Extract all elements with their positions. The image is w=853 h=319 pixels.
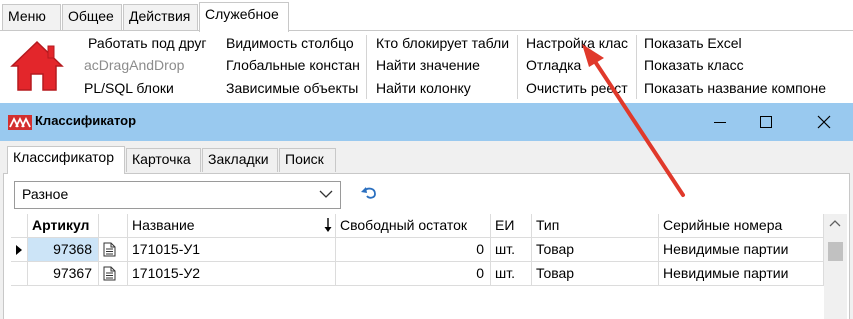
vertical-scrollbar[interactable]: [824, 214, 847, 319]
current-row-arrow-icon: [16, 245, 22, 255]
ribbon-item-find-value[interactable]: Найти значение: [376, 55, 515, 75]
ribbon-item-debug[interactable]: Отладка: [526, 55, 634, 75]
cell-serial-numbers[interactable]: Невидимые партии: [659, 238, 824, 262]
column-header-article[interactable]: Артикул: [28, 214, 99, 238]
window-title: Классификатор: [35, 113, 137, 128]
tab-search[interactable]: Поиск: [279, 148, 336, 172]
cell-free-stock[interactable]: 0: [336, 238, 491, 262]
app-logo-icon: [8, 115, 32, 130]
tab-bookmarks[interactable]: Закладки: [202, 148, 278, 172]
ribbon-item-show-excel[interactable]: Показать Excel: [644, 33, 846, 53]
ribbon-tab-actions[interactable]: Действия: [123, 4, 198, 31]
ribbon-item-show-class[interactable]: Показать класс: [644, 55, 846, 75]
home-icon[interactable]: [10, 40, 64, 92]
ribbon-tab-general[interactable]: Общее: [62, 4, 122, 31]
scrollbar-thumb[interactable]: [828, 242, 843, 261]
group-combobox-value: Разное: [22, 186, 69, 202]
ribbon-panel: Работать под друг acDragAndDrop PL/SQL б…: [0, 30, 853, 103]
row-indicator[interactable]: [11, 238, 28, 262]
table-row[interactable]: 97368 171015-У1 0 шт. Товар Невидимые па…: [11, 238, 824, 262]
document-icon: [103, 242, 116, 257]
minimize-icon: [714, 122, 726, 123]
tab-card[interactable]: Карточка: [126, 148, 201, 172]
column-header-name[interactable]: Название: [128, 214, 336, 238]
cell-doc[interactable]: [99, 262, 128, 286]
classifier-window: Классификатор Классификатор Карточка Зак…: [0, 103, 853, 319]
ribbon-item-show-component-name[interactable]: Показать название компоне: [644, 78, 846, 98]
grid-header-row: Артикул Название Свободный остаток ЕИ Ти…: [11, 214, 824, 238]
cell-type[interactable]: Товар: [532, 262, 659, 286]
ribbon-item-class-settings[interactable]: Настройка клас: [526, 33, 634, 53]
column-header-doc[interactable]: [99, 214, 128, 238]
title-bar[interactable]: Классификатор: [0, 103, 853, 141]
ribbon-item-who-locks-table[interactable]: Кто блокирует табли: [376, 33, 515, 53]
scroll-up-icon[interactable]: [829, 219, 841, 227]
cell-unit[interactable]: шт.: [491, 238, 532, 262]
classifier-panel: Разное Артикул Название Свободный остато…: [3, 173, 850, 319]
column-header-serial-numbers[interactable]: Серийные номера: [659, 214, 824, 238]
cell-serial-numbers[interactable]: Невидимые партии: [659, 262, 824, 286]
close-icon: [817, 115, 831, 129]
cell-article[interactable]: 97368: [28, 238, 99, 262]
document-icon: [103, 266, 116, 281]
sort-descending-icon: [324, 218, 332, 232]
row-indicator-header: [11, 214, 28, 238]
ribbon-item-plsql-blocks[interactable]: PL/SQL блоки: [84, 78, 219, 98]
ribbon-tab-service[interactable]: Служебное: [199, 2, 289, 32]
cell-name[interactable]: 171015-У1: [128, 238, 336, 262]
maximize-button[interactable]: [743, 103, 789, 141]
ribbon-item-run-as-user[interactable]: Работать под друг: [88, 33, 218, 53]
column-header-name-label: Название: [132, 217, 195, 233]
column-header-unit[interactable]: ЕИ: [491, 214, 532, 238]
ribbon-separator: [636, 35, 637, 99]
ribbon-item-find-column[interactable]: Найти колонку: [376, 78, 515, 98]
ribbon-item-clear-registry[interactable]: Очистить реест: [526, 78, 634, 98]
cell-type[interactable]: Товар: [532, 238, 659, 262]
row-indicator[interactable]: [11, 262, 28, 286]
column-header-free-stock[interactable]: Свободный остаток: [336, 214, 491, 238]
tab-classifier[interactable]: Классификатор: [7, 146, 125, 174]
cell-article[interactable]: 97367: [28, 262, 99, 286]
maximize-icon: [760, 116, 772, 128]
ribbon-separator: [517, 35, 518, 99]
group-combobox[interactable]: Разное: [14, 181, 341, 209]
column-header-type[interactable]: Тип: [532, 214, 659, 238]
ribbon: Меню Общее Действия Служебное Работать п…: [0, 0, 853, 103]
cell-free-stock[interactable]: 0: [336, 262, 491, 286]
ribbon-item-drag-and-drop[interactable]: acDragAndDrop: [84, 55, 219, 75]
ribbon-separator: [366, 35, 367, 99]
ribbon-tab-menu[interactable]: Меню: [2, 4, 61, 31]
window-tabs: Классификатор Карточка Закладки Поиск: [0, 141, 853, 174]
undo-icon[interactable]: [360, 185, 378, 201]
cell-unit[interactable]: шт.: [491, 262, 532, 286]
close-button[interactable]: [801, 103, 847, 141]
cell-name[interactable]: 171015-У2: [128, 262, 336, 286]
ribbon-item-global-constants[interactable]: Глобальные констан: [226, 55, 364, 75]
ribbon-item-column-visibility[interactable]: Видимость столбцо: [226, 33, 364, 53]
ribbon-item-dependent-objects[interactable]: Зависимые объекты: [226, 78, 364, 98]
table-row[interactable]: 97367 171015-У2 0 шт. Товар Невидимые па…: [11, 262, 824, 286]
chevron-down-icon[interactable]: [319, 190, 333, 199]
cell-doc[interactable]: [99, 238, 128, 262]
classifier-grid: Артикул Название Свободный остаток ЕИ Ти…: [11, 214, 847, 319]
minimize-button[interactable]: [697, 103, 743, 141]
